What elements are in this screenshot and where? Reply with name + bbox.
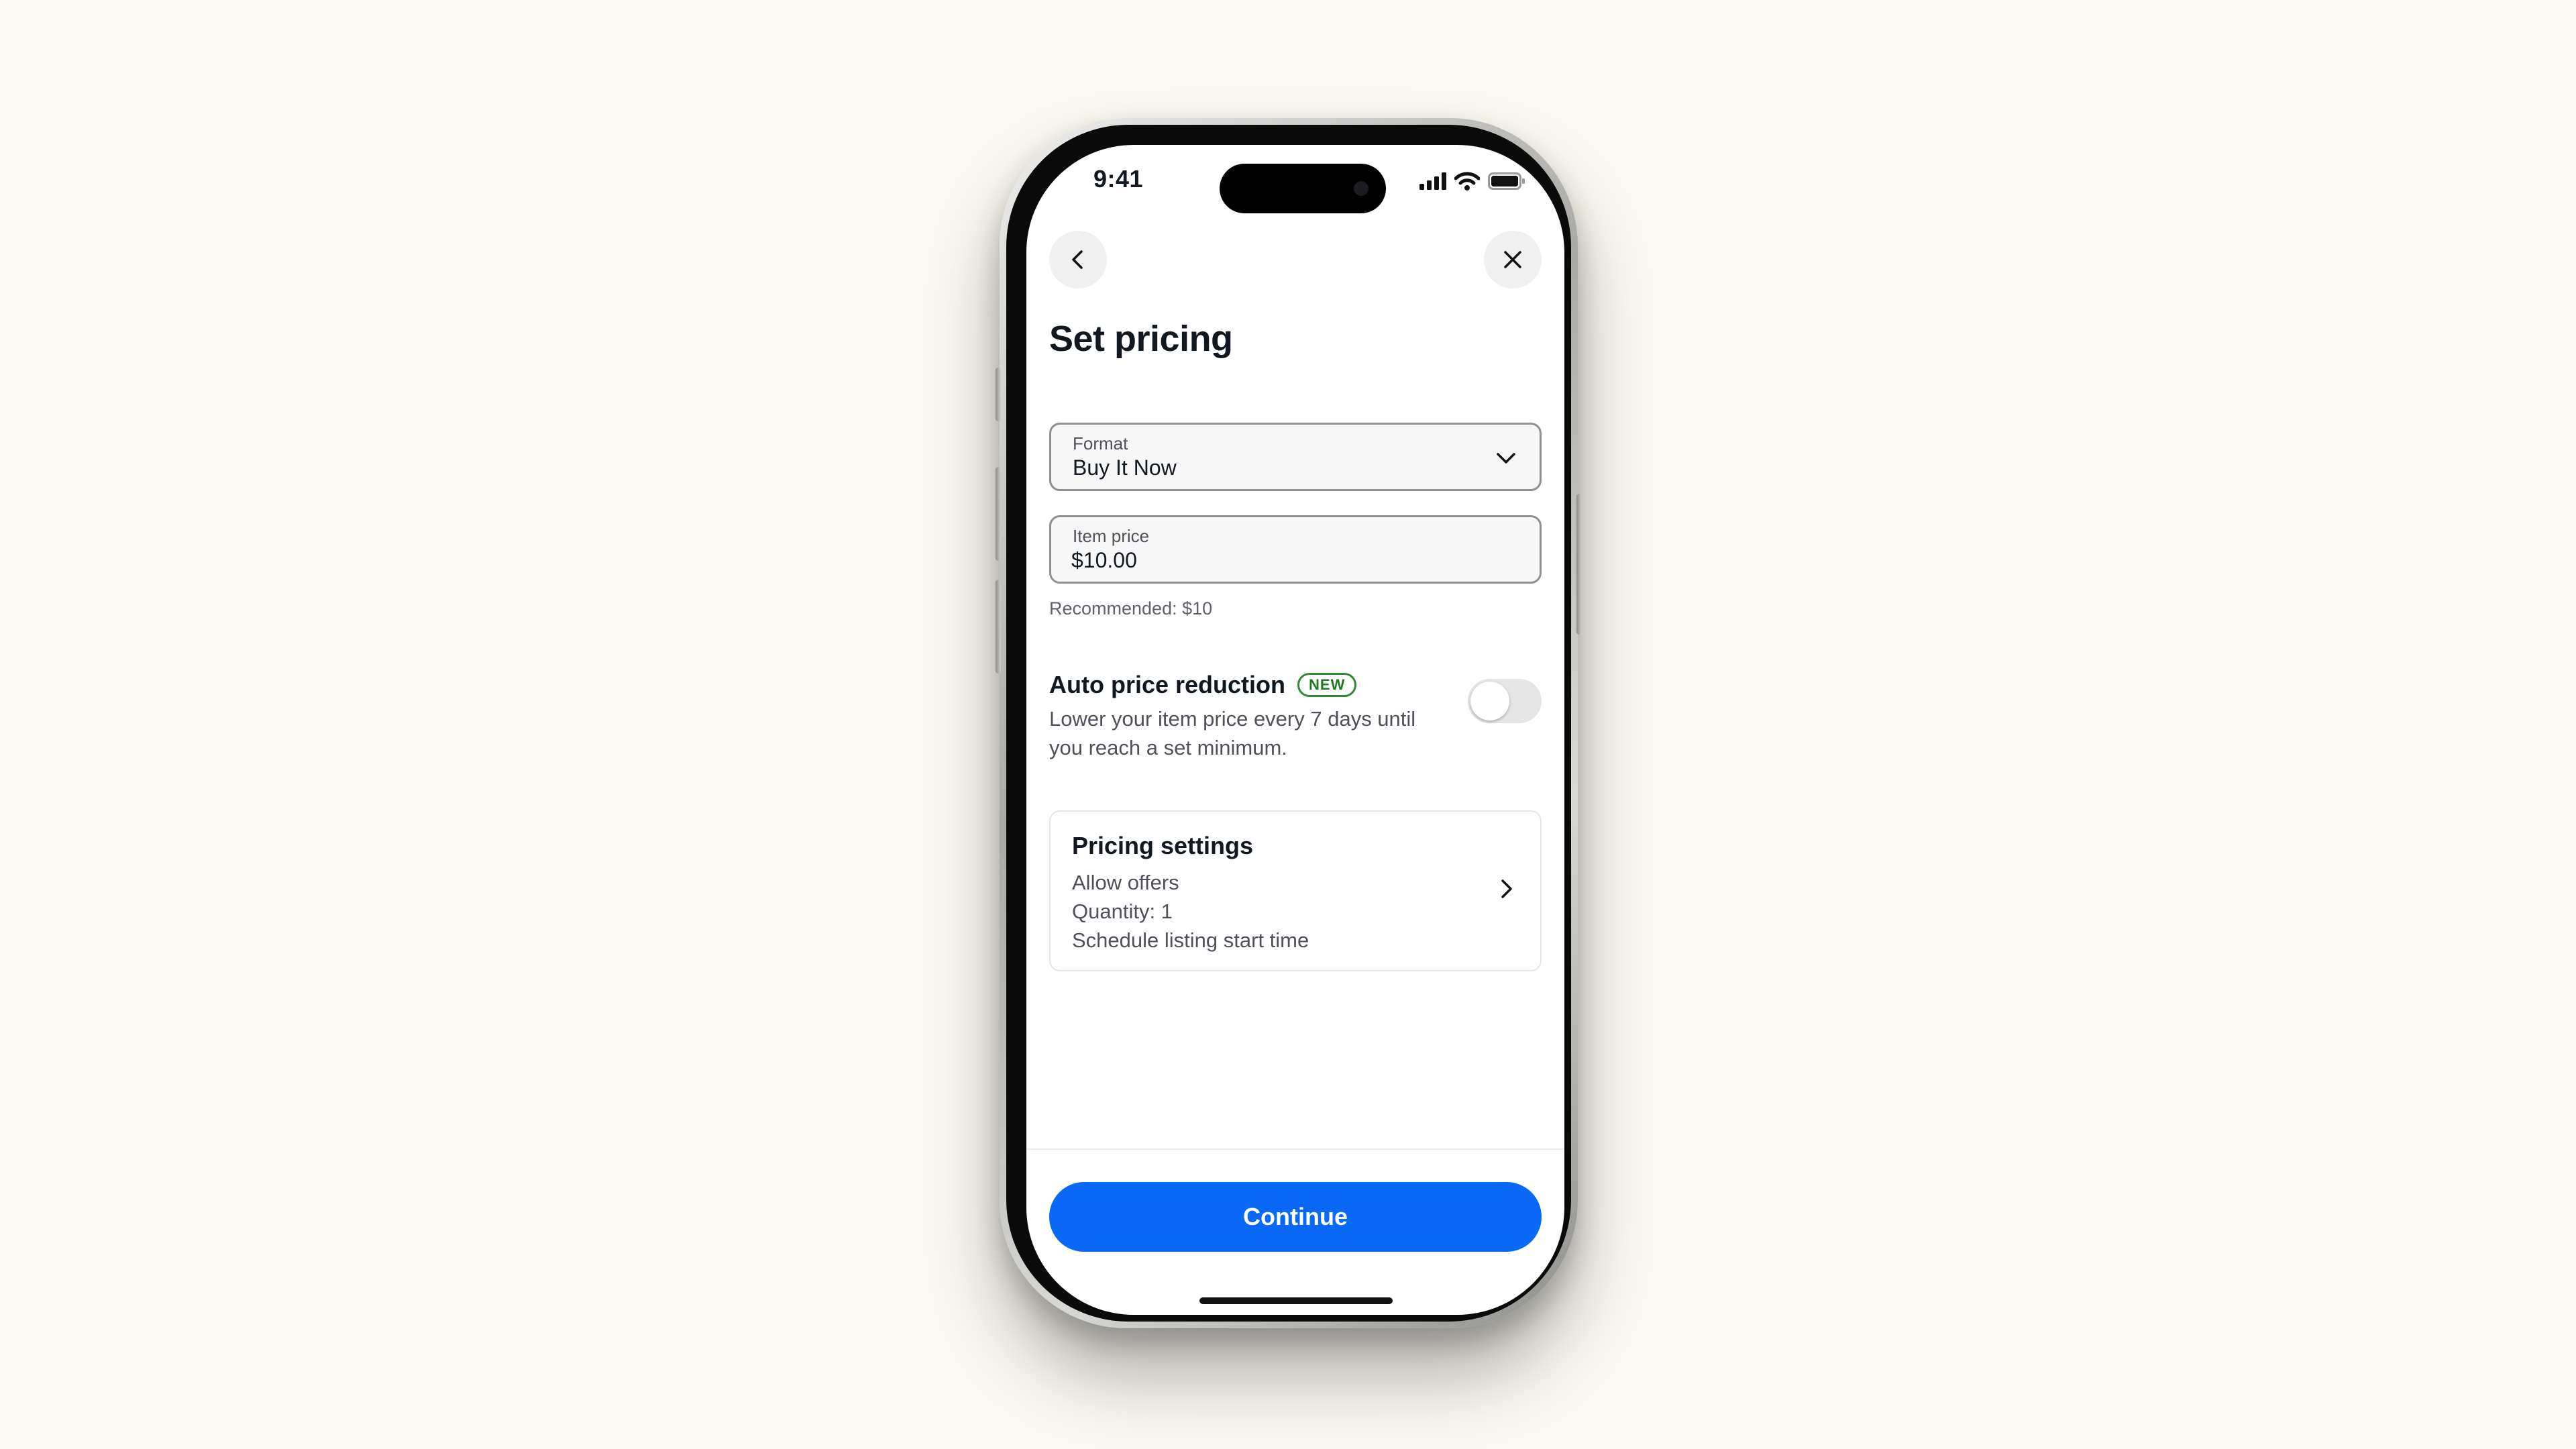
format-select[interactable]: Format Buy It Now — [1049, 423, 1542, 491]
pricing-settings-line-offers: Allow offers — [1072, 871, 1179, 894]
close-icon — [1504, 251, 1521, 268]
chevron-right-icon — [1501, 879, 1512, 898]
pricing-settings-card[interactable]: Pricing settings Allow offers Quantity: … — [1049, 810, 1542, 971]
pricing-settings-line-quantity: Quantity: 1 — [1072, 900, 1173, 923]
new-badge: NEW — [1297, 673, 1357, 697]
format-label: Format — [1073, 433, 1128, 453]
volume-down-button — [996, 580, 1001, 674]
format-value: Buy It Now — [1073, 455, 1177, 480]
back-button[interactable] — [1049, 231, 1107, 288]
volume-up-button — [996, 467, 1001, 561]
close-button[interactable] — [1484, 231, 1542, 288]
pricing-settings-title: Pricing settings — [1072, 832, 1254, 859]
action-button — [996, 368, 1001, 421]
item-price-field[interactable]: Item price — [1049, 515, 1542, 584]
status-icons — [1419, 172, 1525, 191]
power-button — [1576, 494, 1582, 635]
item-price-label: Item price — [1073, 526, 1150, 546]
battery-icon — [1488, 172, 1525, 190]
auto-price-reduction-description: Lower your item price every 7 days until… — [1049, 707, 1416, 759]
phone-bezel: 9:41 Set pricing Format Buy It Now Item … — [1006, 125, 1571, 1322]
dynamic-island — [1220, 164, 1386, 213]
status-time: 9:41 — [1093, 165, 1144, 193]
chevron-down-icon — [1497, 453, 1515, 464]
auto-price-reduction-toggle[interactable] — [1468, 679, 1542, 723]
wifi-icon — [1454, 172, 1480, 191]
home-indicator — [1199, 1297, 1393, 1304]
page-title: Set pricing — [1049, 319, 1233, 359]
continue-button[interactable]: Continue — [1049, 1182, 1542, 1252]
auto-price-reduction-header: Auto price reduction NEW — [1049, 671, 1357, 699]
front-camera — [1354, 181, 1368, 196]
phone-frame: 9:41 Set pricing Format Buy It Now Item … — [996, 118, 1582, 1328]
phone-screen: 9:41 Set pricing Format Buy It Now Item … — [1026, 145, 1564, 1315]
pricing-settings-line-schedule: Schedule listing start time — [1072, 928, 1309, 952]
pricing-settings-summary: Allow offers Quantity: 1 Schedule listin… — [1072, 868, 1309, 955]
item-price-input[interactable] — [1071, 547, 1514, 574]
toggle-knob — [1470, 682, 1509, 720]
footer-divider — [1026, 1148, 1564, 1150]
recommended-price-hint: Recommended: $10 — [1049, 598, 1213, 619]
auto-price-reduction-title: Auto price reduction — [1049, 671, 1286, 698]
chevron-left-icon — [1072, 250, 1083, 269]
cellular-signal-icon — [1419, 172, 1446, 190]
